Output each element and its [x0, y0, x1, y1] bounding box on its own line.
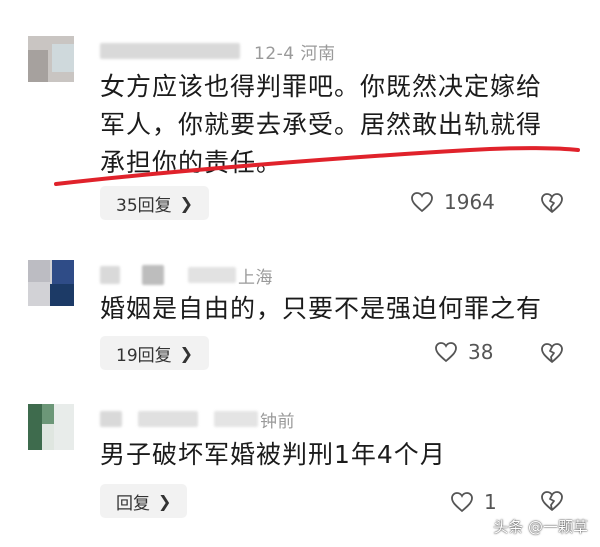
like-button[interactable]: 1 [450, 490, 497, 514]
broken-heart-icon[interactable] [540, 342, 564, 364]
chevron-right-icon: ❯ [179, 343, 194, 363]
reply-count-label: 19回复 [116, 345, 172, 366]
comment-header: 上海 [100, 260, 273, 290]
reply-count-label: 回复 [116, 493, 150, 514]
heart-outline-icon [451, 492, 473, 513]
comment-header: 钟前 [100, 404, 295, 434]
like-count: 38 [468, 340, 494, 364]
avatar[interactable] [28, 404, 74, 450]
comment-item-1: 12-4 河南 女方应该也得判罪吧。你既然决定嫁给 军人，你就要去承受。居然敢出… [0, 36, 600, 236]
comment-item-2: 上海 婚姻是自由的，只要不是强迫何罪之有 19回复 ❯ 38 [0, 260, 600, 380]
avatar[interactable] [28, 260, 74, 306]
comment-text: 男子破坏军婚被判刑1年4个月 [100, 436, 446, 474]
comment-text-line: 承担你的责任。 [100, 148, 283, 177]
like-count: 1 [484, 490, 497, 514]
like-count: 1964 [444, 190, 495, 214]
view-replies-button[interactable]: 19回复 ❯ [100, 336, 210, 370]
comment-text-line: 男子破坏军婚被判刑1年4个月 [100, 440, 446, 469]
comment-meta: 12-4 河南 [254, 43, 336, 64]
comment-text: 女方应该也得判罪吧。你既然决定嫁给 军人，你就要去承受。居然敢出轨就得 承担你的… [100, 68, 542, 182]
like-button[interactable]: 1964 [410, 190, 495, 214]
username-blurred[interactable] [100, 411, 122, 427]
comment-header: 12-4 河南 [100, 36, 336, 66]
comment-text-line: 军人，你就要去承受。居然敢出轨就得 [100, 110, 543, 139]
heart-outline-icon [411, 192, 433, 213]
view-replies-button[interactable]: 回复 ❯ [100, 484, 188, 518]
like-button[interactable]: 38 [434, 340, 493, 364]
watermark: 头条 @一颗草 [493, 518, 588, 536]
comment-text-line: 女方应该也得判罪吧。你既然决定嫁给 [100, 72, 543, 101]
broken-heart-icon[interactable] [540, 192, 564, 214]
chevron-right-icon: ❯ [179, 193, 194, 213]
view-replies-button[interactable]: 35回复 ❯ [100, 186, 210, 220]
comment-text: 婚姻是自由的，只要不是强迫何罪之有 [100, 290, 542, 328]
reply-count-label: 35回复 [116, 195, 172, 216]
username-blurred[interactable] [100, 266, 120, 284]
comment-meta: 上海 [238, 267, 273, 288]
username-blurred[interactable] [100, 43, 240, 59]
heart-outline-icon [435, 342, 457, 363]
chevron-right-icon: ❯ [158, 491, 172, 511]
comment-text-line: 婚姻是自由的，只要不是强迫何罪之有 [100, 294, 543, 323]
comment-item-3: 钟前 男子破坏军婚被判刑1年4个月 回复 ❯ 1 [0, 404, 600, 534]
broken-heart-icon[interactable] [540, 490, 564, 512]
comment-meta: 钟前 [260, 411, 295, 432]
avatar[interactable] [28, 36, 74, 82]
